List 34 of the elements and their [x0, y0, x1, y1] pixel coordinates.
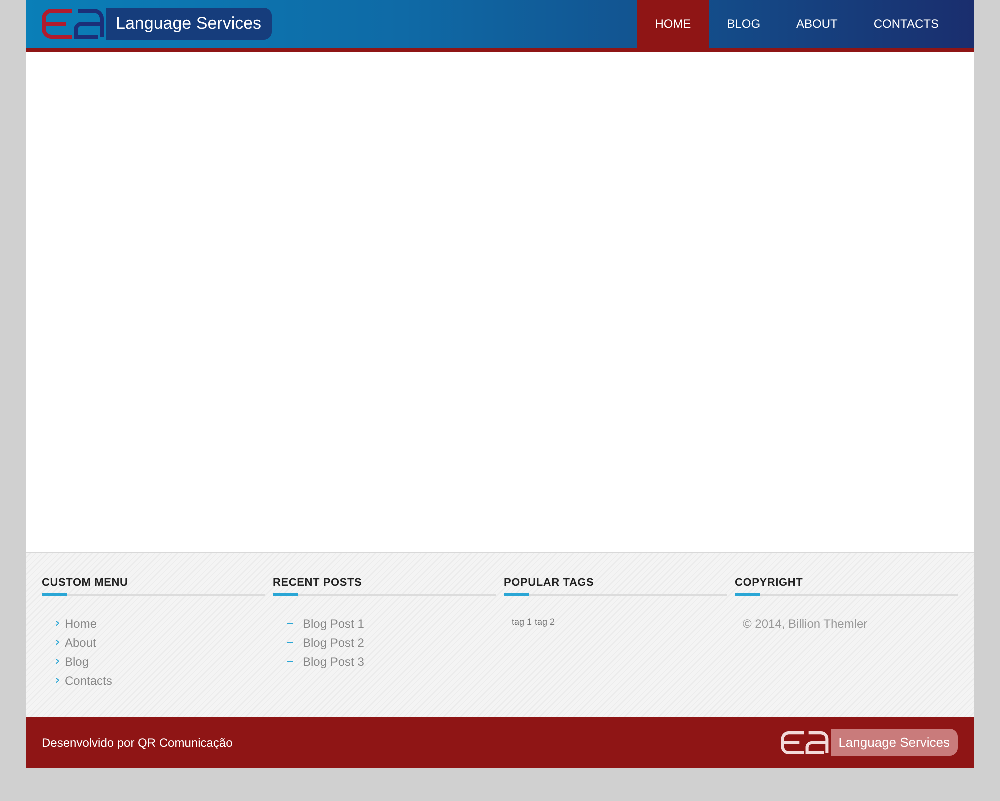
- menu-link[interactable]: Home: [65, 614, 98, 632]
- widget-title: RECENT POSTS: [273, 576, 364, 591]
- logo-icon: [42, 7, 104, 41]
- tag-link[interactable]: tag 2: [535, 616, 556, 630]
- post-link[interactable]: Blog Post 2: [303, 634, 364, 652]
- chevron-icon: [56, 678, 59, 683]
- nav-link[interactable]: ABOUT: [778, 0, 856, 48]
- post-link[interactable]: Blog Post 1: [303, 614, 364, 632]
- logo-text: Language Services: [106, 8, 272, 40]
- title-accent: [504, 593, 529, 596]
- chevron-icon: [56, 640, 59, 645]
- title-accent: [42, 593, 67, 596]
- menu-link[interactable]: Contacts: [65, 672, 112, 690]
- chevron-icon: [56, 621, 59, 626]
- widget-title: POPULAR TAGS: [504, 576, 596, 591]
- title-accent: [273, 593, 298, 596]
- tag-link[interactable]: tag 1: [512, 616, 532, 630]
- credit-text: Desenvolvido por QR Comunicação: [42, 734, 233, 752]
- title-accent: [735, 593, 760, 596]
- widget-title: CUSTOM MENU: [42, 576, 130, 591]
- chevron-icon: [56, 659, 59, 664]
- widget-title: COPYRIGHT: [735, 576, 804, 591]
- post-link[interactable]: Blog Post 3: [303, 652, 364, 670]
- nav-link[interactable]: CONTACTS: [856, 0, 957, 48]
- dash-icon: [287, 660, 293, 662]
- logo-text: Language Services: [830, 728, 958, 756]
- menu-link[interactable]: About: [65, 634, 96, 652]
- nav-link[interactable]: HOME: [637, 0, 710, 48]
- logo-icon: [780, 730, 829, 756]
- menu-link[interactable]: Blog: [65, 652, 90, 670]
- nav-link[interactable]: BLOG: [709, 0, 779, 48]
- dash-icon: [287, 642, 293, 644]
- dash-icon: [287, 622, 293, 624]
- copyright-text: © 2014, Billion Themler: [742, 616, 869, 633]
